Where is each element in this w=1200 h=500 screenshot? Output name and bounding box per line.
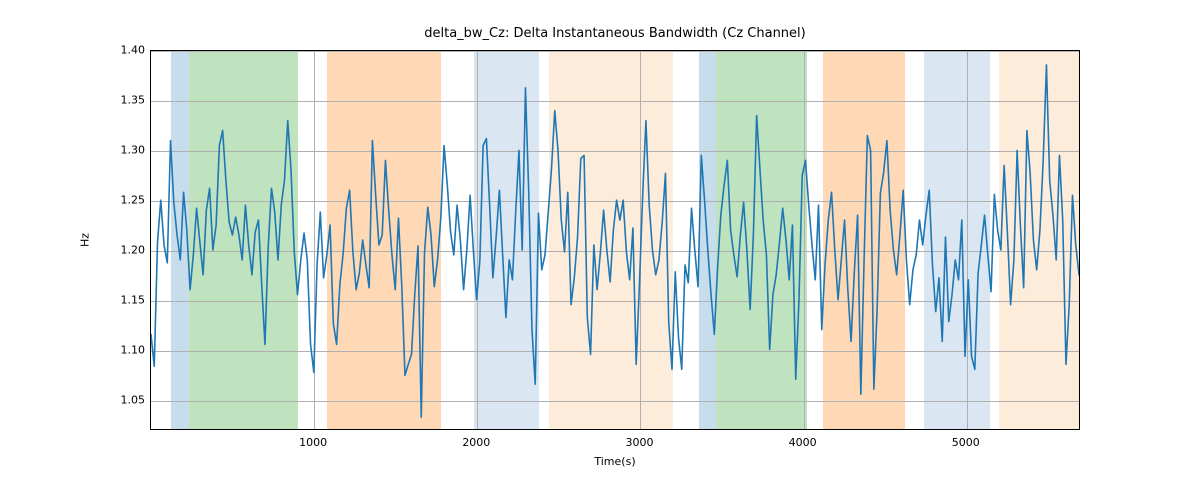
x-tick-label: 5000	[952, 436, 980, 449]
y-tick-label: 1.10	[110, 344, 145, 357]
y-axis-label: Hz	[79, 233, 92, 247]
figure: delta_bw_Cz: Delta Instantaneous Bandwid…	[0, 0, 1200, 500]
x-tick-label: 2000	[462, 436, 490, 449]
y-tick-label: 1.15	[110, 294, 145, 307]
x-tick-label: 4000	[789, 436, 817, 449]
y-tick-label: 1.35	[110, 94, 145, 107]
y-tick-label: 1.40	[110, 44, 145, 57]
y-tick-label: 1.05	[110, 394, 145, 407]
y-tick-label: 1.20	[110, 244, 145, 257]
y-tick-label: 1.30	[110, 144, 145, 157]
x-axis-label: Time(s)	[150, 455, 1080, 468]
chart-title: delta_bw_Cz: Delta Instantaneous Bandwid…	[150, 26, 1080, 41]
x-tick-label: 3000	[625, 436, 653, 449]
x-tick-label: 1000	[299, 436, 327, 449]
y-tick-label: 1.25	[110, 194, 145, 207]
line-series	[151, 51, 1079, 429]
series-path	[151, 65, 1079, 417]
plot-area	[150, 50, 1080, 430]
